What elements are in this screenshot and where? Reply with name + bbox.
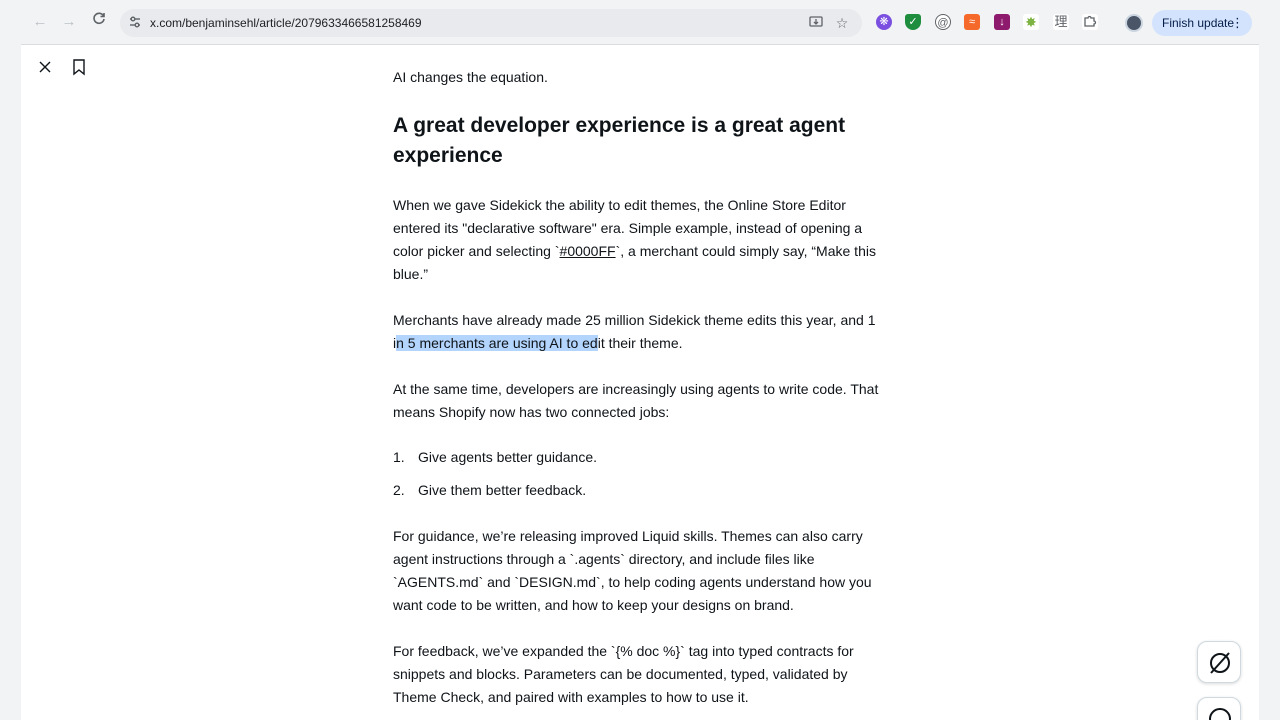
- site-settings-icon[interactable]: [128, 15, 144, 31]
- reload-icon[interactable]: [89, 12, 109, 32]
- extension-translate-icon[interactable]: 理: [1053, 14, 1069, 30]
- list-number: 2.: [393, 482, 405, 498]
- close-icon[interactable]: [35, 57, 55, 77]
- list-item: 2. Give them better feedback.: [393, 479, 586, 502]
- section-heading: A great developer experience is a great …: [393, 114, 846, 167]
- web-page: AI changes the equation. A great develop…: [21, 44, 1259, 720]
- paragraph-developers: At the same time, developers are increas…: [393, 381, 879, 420]
- install-app-icon[interactable]: [808, 15, 824, 31]
- finish-update-label: Finish update: [1162, 16, 1235, 30]
- more-vertical-icon[interactable]: ⋮: [1231, 10, 1244, 36]
- list-text: Give them better feedback.: [418, 482, 587, 498]
- back-arrow-icon[interactable]: ←: [30, 12, 50, 32]
- paragraph-sidekick: When we gave Sidekick the ability to edi…: [393, 194, 888, 286]
- url-text[interactable]: x.com/benjaminsehl/article/2079633466581…: [150, 16, 422, 30]
- list-item: 1. Give agents better guidance.: [393, 446, 597, 469]
- messages-button[interactable]: [1197, 697, 1241, 720]
- extension-download-icon[interactable]: ↓: [994, 14, 1010, 30]
- bookmark-icon[interactable]: [69, 57, 89, 77]
- paragraph-guidance: For guidance, we’re releasing improved L…: [393, 528, 872, 613]
- extension-gear-icon[interactable]: ❋: [876, 14, 892, 30]
- grok-button[interactable]: [1197, 641, 1241, 683]
- extension-shield-icon[interactable]: ✓: [905, 14, 921, 30]
- extension-wave-icon[interactable]: ≈: [964, 14, 980, 30]
- profile-avatar[interactable]: [1125, 14, 1143, 32]
- intro-text: AI changes the equation.: [393, 69, 548, 85]
- extension-search-icon[interactable]: @: [935, 14, 951, 30]
- list-number: 1.: [393, 449, 405, 465]
- address-bar[interactable]: x.com/benjaminsehl/article/2079633466581…: [120, 9, 862, 37]
- extensions-puzzle-icon[interactable]: [1082, 14, 1098, 30]
- list-text: Give agents better guidance.: [418, 449, 598, 465]
- paragraph-merchants: Merchants have already made 25 million S…: [393, 309, 888, 355]
- paragraph-merchants-end: it their theme.: [597, 335, 683, 351]
- selected-text[interactable]: n 5 merchants are using AI to ed: [396, 335, 598, 351]
- finish-update-button[interactable]: Finish update ⋮: [1152, 10, 1252, 36]
- bookmark-star-icon[interactable]: ☆: [834, 15, 850, 31]
- paragraph-feedback: For feedback, we’ve expanded the `{% doc…: [393, 643, 854, 705]
- extension-puzzle-green-icon[interactable]: ✸: [1023, 14, 1039, 30]
- forward-arrow-icon[interactable]: →: [59, 12, 79, 32]
- color-code: #0000FF: [559, 243, 616, 259]
- browser-toolbar: ← → x.com/benjaminsehl/article/207963346…: [0, 0, 1280, 44]
